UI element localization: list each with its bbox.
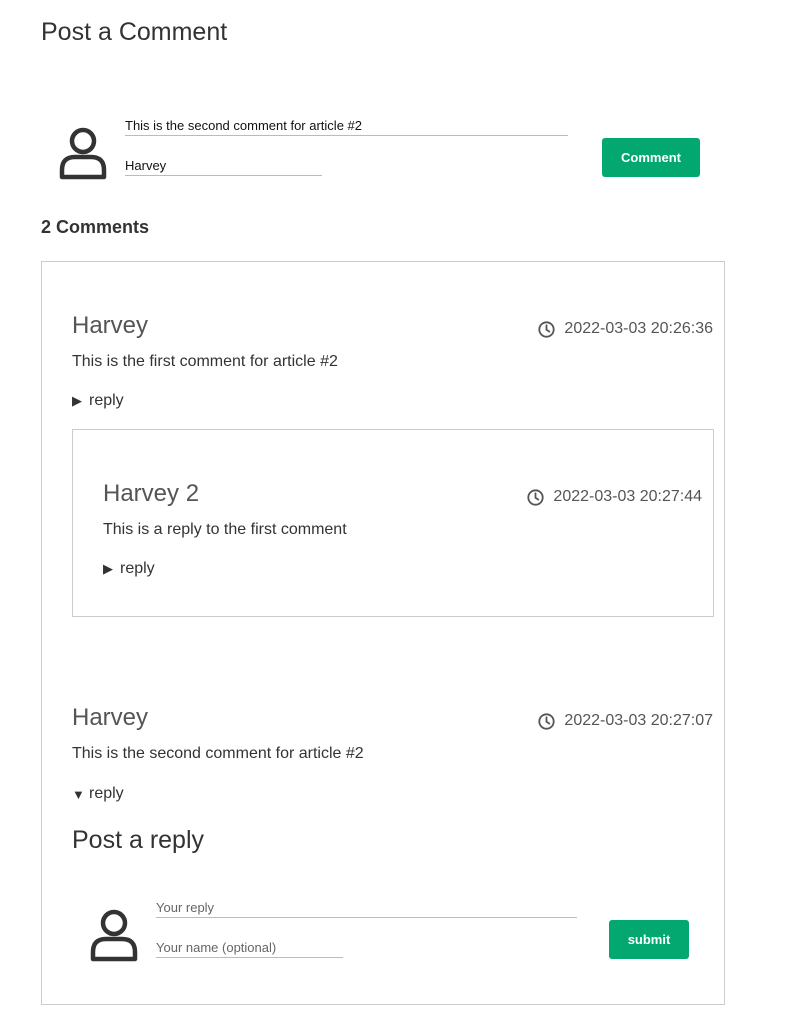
triangle-right-icon: ▶	[103, 561, 113, 576]
comment-author: Harvey	[72, 312, 149, 339]
clock-icon	[538, 712, 556, 730]
reply-name-input[interactable]	[156, 939, 343, 958]
comment-timestamp: 2022-03-03 20:27:07	[538, 712, 713, 730]
comment-button[interactable]: Comment	[602, 138, 700, 177]
reply-toggle-label: reply	[89, 785, 124, 802]
timestamp-text: 2022-03-03 20:27:44	[553, 488, 702, 505]
triangle-right-icon: ▶	[72, 393, 82, 408]
reply-toggle[interactable]: ▶ reply	[72, 392, 124, 410]
clock-icon	[527, 488, 545, 506]
reply-toggle[interactable]: ▶ reply	[103, 560, 155, 578]
comment-text: This is the second comment for article #…	[72, 745, 364, 762]
comment-author: Harvey	[72, 704, 149, 731]
page-title: Post a Comment	[41, 18, 228, 46]
user-icon	[90, 909, 140, 968]
reply-toggle[interactable]: ▼ reply	[72, 785, 124, 803]
comment-text: This is the first comment for article #2	[72, 353, 338, 370]
user-icon	[59, 127, 109, 186]
reply-text: This is a reply to the first comment	[103, 521, 347, 538]
timestamp-text: 2022-03-03 20:26:36	[564, 320, 713, 337]
comments-list	[41, 261, 725, 1005]
reply-toggle-label: reply	[120, 560, 155, 577]
reply-author: Harvey 2	[103, 480, 200, 507]
name-input[interactable]	[125, 157, 322, 176]
reply-input[interactable]	[156, 899, 577, 918]
reply-timestamp: 2022-03-03 20:27:44	[527, 488, 702, 506]
reply-form-title: Post a reply	[72, 826, 205, 854]
timestamp-text: 2022-03-03 20:27:07	[564, 712, 713, 729]
submit-button[interactable]: submit	[609, 920, 689, 959]
comments-count-heading: 2 Comments	[41, 217, 150, 237]
triangle-down-icon: ▼	[72, 786, 85, 802]
comment-input[interactable]	[125, 117, 568, 136]
comment-timestamp: 2022-03-03 20:26:36	[538, 320, 713, 338]
clock-icon	[538, 320, 556, 338]
reply-toggle-label: reply	[89, 392, 124, 409]
